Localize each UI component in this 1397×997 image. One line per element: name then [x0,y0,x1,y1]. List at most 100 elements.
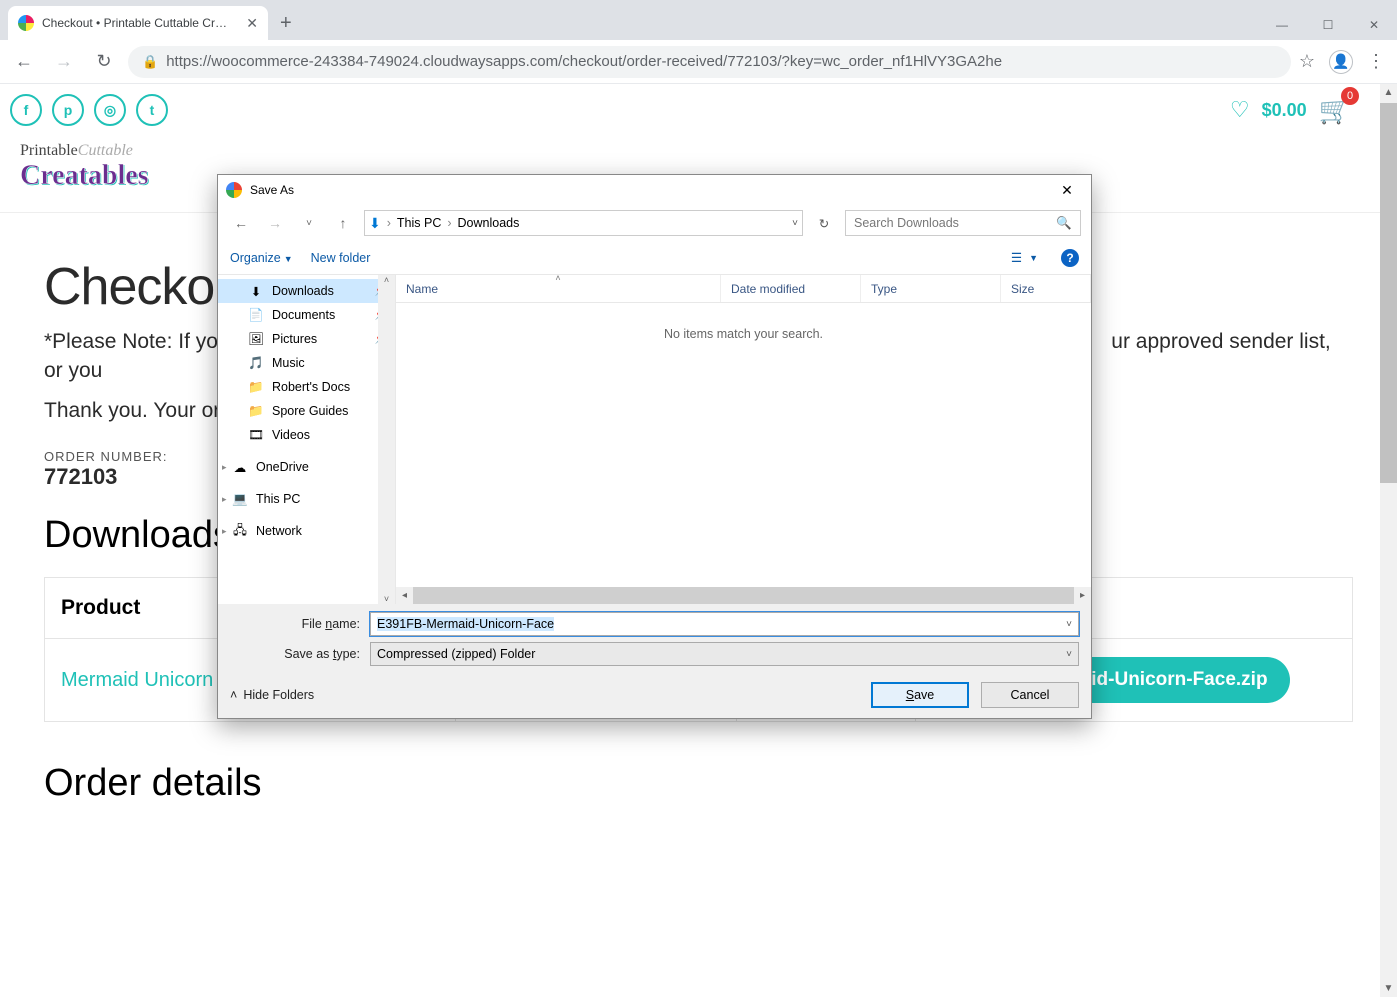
drive-icon: 🖧 [232,523,248,539]
search-placeholder: Search Downloads [854,216,959,230]
sidebar-item-label: Robert's Docs [272,380,350,394]
view-options-button[interactable]: ☰▼ [1006,247,1043,268]
save-button[interactable]: Save [871,682,969,708]
url-text: https://woocommerce-243384-749024.cloudw… [166,53,1277,70]
search-icon: 🔍 [1056,216,1072,231]
new-folder-button[interactable]: New folder [311,251,371,265]
sidebar-root-item[interactable]: ▸ 🖧 Network [218,519,395,543]
nav-back-button[interactable]: ← [228,215,254,231]
new-tab-button[interactable]: + [268,6,304,40]
column-date[interactable]: Date modified [721,275,861,302]
sidebar-item[interactable]: 🎞 Videos [218,423,395,447]
file-name-value: E391FB-Mermaid-Unicorn-Face [377,617,554,631]
sidebar-item[interactable]: 📁Robert's Docs [218,375,395,399]
sidebar-item-label: Videos [272,428,310,442]
sort-indicator-icon: ˄ [555,273,560,283]
reload-button[interactable]: ↻ [88,46,120,78]
tab-favicon [18,15,34,31]
logo-text-2: Creatables [20,160,190,192]
column-type[interactable]: Type [861,275,1001,302]
sidebar-item-label: OneDrive [256,460,309,474]
file-list-pane: Name˄ Date modified Type Size No items m… [396,275,1091,604]
nav-forward-button[interactable]: → [262,215,288,231]
sidebar-root-item[interactable]: ▸ ☁ OneDrive [218,455,395,479]
hide-folders-toggle[interactable]: ˄ Hide Folders [230,688,314,702]
drive-icon: 💻 [232,491,248,507]
sidebar-item[interactable]: 🖼Pictures📌 [218,327,395,351]
folder-icon: 🎵 [248,355,264,371]
kebab-menu-icon[interactable]: ⋮ [1367,51,1385,72]
dialog-titlebar: Save As ✕ [218,175,1091,205]
instagram-icon[interactable]: ◎ [94,94,126,126]
logo-text-1b: Cuttable [78,142,133,159]
breadcrumb-root[interactable]: This PC [397,216,441,230]
save-type-select[interactable]: Compressed (zipped) Folder ˅ [370,642,1079,666]
bookmark-star-icon[interactable]: ☆ [1299,51,1315,72]
forward-button[interactable]: → [48,46,80,78]
pinterest-icon[interactable]: p [52,94,84,126]
wishlist-heart-icon[interactable]: ♡ [1230,97,1250,123]
expand-chevron-icon[interactable]: ▸ [222,462,227,473]
sidebar-item-label: Spore Guides [272,404,348,418]
sidebar-item[interactable]: 🎵Music [218,351,395,375]
search-input[interactable]: Search Downloads 🔍 [845,210,1081,236]
sidebar-item-label: Network [256,524,302,538]
address-bar[interactable]: 🔒 https://woocommerce-243384-749024.clou… [128,46,1291,78]
cancel-button[interactable]: Cancel [981,682,1079,708]
window-maximize-button[interactable]: ☐ [1305,10,1351,40]
sidebar-scrollbar[interactable]: ˄˅ [378,275,395,604]
dropdown-caret-icon[interactable]: ˅ [1066,619,1072,630]
help-button[interactable]: ? [1061,249,1079,267]
chrome-icon [226,182,242,198]
browser-tab[interactable]: Checkout • Printable Cuttable Cr… ✕ [8,6,268,40]
expand-chevron-icon[interactable]: ▸ [222,526,227,537]
page-content: f p ◎ t ♡ $0.00 🛒 0 PrintableCuttable Cr… [0,84,1397,997]
sidebar-item[interactable]: 📁Spore Guides [218,399,395,423]
browser-toolbar: ← → ↻ 🔒 https://woocommerce-243384-74902… [0,40,1397,84]
breadcrumb-current[interactable]: Downloads [458,216,520,230]
cart-count-badge: 0 [1341,87,1359,105]
dialog-toolbar: Organize▼ New folder ☰▼ ? [218,241,1091,275]
column-size[interactable]: Size [1001,275,1091,302]
save-type-label: Save as type: [230,647,360,661]
file-list-hscroll[interactable]: ◂▸ [396,587,1091,604]
sidebar-item[interactable]: 📄Documents📌 [218,303,395,327]
folder-icon: 🎞 [248,427,264,443]
sidebar-item[interactable]: ⬇Downloads📌 [218,279,395,303]
column-name[interactable]: Name˄ [396,275,721,302]
order-details-heading: Order details [44,762,1353,805]
empty-list-message: No items match your search. [396,303,1091,365]
window-minimize-button[interactable]: ― [1259,10,1305,40]
organize-menu[interactable]: Organize▼ [230,251,293,265]
downloads-folder-icon: ⬇ [369,215,381,232]
sidebar-item-label: Documents [272,308,335,322]
breadcrumb-field[interactable]: ⬇ › This PC › Downloads ˅ [364,210,803,236]
facebook-icon[interactable]: f [10,94,42,126]
dialog-footer: ˄ Hide Folders Save Cancel [218,674,1091,718]
save-as-dialog: Save As ✕ ← → ˅ ↑ ⬇ › This PC › Download… [217,174,1092,719]
dropdown-caret-icon[interactable]: ˅ [1066,649,1072,660]
profile-button[interactable]: 👤 [1329,50,1353,74]
site-logo[interactable]: PrintableCuttable Creatables [20,142,190,192]
expand-chevron-icon[interactable]: ▸ [222,494,227,505]
file-name-input[interactable]: E391FB-Mermaid-Unicorn-Face ˅ [370,612,1079,636]
nav-up-button[interactable]: ↑ [330,215,356,231]
breadcrumb-dropdown-icon[interactable]: ˅ [792,218,798,229]
refresh-button[interactable]: ↻ [811,216,837,231]
back-button[interactable]: ← [8,46,40,78]
window-close-button[interactable]: ✕ [1351,10,1397,40]
dialog-close-button[interactable]: ✕ [1045,176,1089,204]
browser-tabstrip: Checkout • Printable Cuttable Cr… ✕ + ― … [0,0,1397,40]
file-name-label: File name: [230,617,360,631]
close-tab-icon[interactable]: ✕ [246,15,258,32]
column-headers: Name˄ Date modified Type Size [396,275,1091,303]
twitter-icon[interactable]: t [136,94,168,126]
social-links: f p ◎ t [10,94,168,126]
cart-total: $0.00 [1262,100,1307,121]
drive-icon: ☁ [232,459,248,475]
nav-recent-button[interactable]: ˅ [296,218,322,229]
sidebar-root-item[interactable]: ▸💻This PC [218,487,395,511]
cart-button[interactable]: 🛒 0 [1319,95,1351,126]
page-scrollbar[interactable]: ▲ ▼ [1380,84,1397,997]
chevron-right-icon: › [387,216,391,230]
